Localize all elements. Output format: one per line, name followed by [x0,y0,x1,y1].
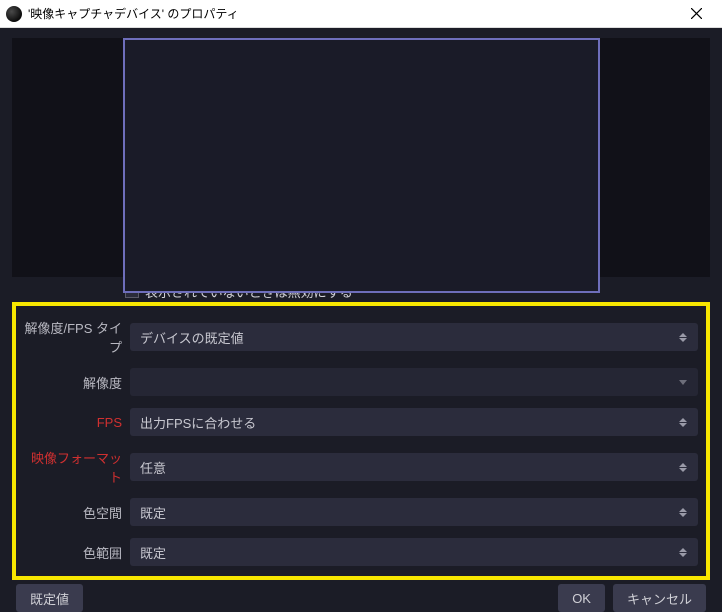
select-color-space[interactable]: 既定 [130,498,698,526]
dialog-button-bar: 既定値 OK キャンセル [12,582,710,612]
ok-button[interactable]: OK [558,584,605,612]
select-video-format[interactable]: 任意 [130,453,698,481]
window-title: '映像キャプチャデバイス' のプロパティ [28,5,676,22]
value-res-fps-type: デバイスの既定値 [138,328,676,347]
row-res-fps-type: 解像度/FPS タイプ デバイスの既定値 [24,318,698,356]
close-button[interactable] [676,1,716,27]
cancel-button[interactable]: キャンセル [613,584,706,612]
value-color-range: 既定 [138,543,676,562]
row-resolution: 解像度 [24,368,698,396]
value-video-format: 任意 [138,458,676,477]
value-fps: 出力FPSに合わせる [138,413,676,432]
spinner-icon [676,548,690,557]
titlebar: '映像キャプチャデバイス' のプロパティ [0,0,722,28]
select-resolution[interactable] [130,368,698,396]
row-video-format: 映像フォーマット 任意 [24,448,698,486]
dialog-content: 表示されていないときは無効にする 解像度/FPS タイプ デバイスの既定値 解像… [0,28,722,612]
defaults-button[interactable]: 既定値 [16,584,83,612]
chevron-down-icon [676,380,690,385]
select-res-fps-type[interactable]: デバイスの既定値 [130,323,698,351]
spinner-icon [676,418,690,427]
label-video-format: 映像フォーマット [24,448,130,486]
spinner-icon [676,333,690,342]
highlighted-settings-group: 解像度/FPS タイプ デバイスの既定値 解像度 FPS 出力FPSに合わせる … [12,302,710,580]
preview-area [12,38,710,277]
label-resolution: 解像度 [24,373,130,392]
row-color-range: 色範囲 既定 [24,538,698,566]
app-icon [6,6,22,22]
row-fps: FPS 出力FPSに合わせる [24,408,698,436]
label-color-range: 色範囲 [24,543,130,562]
close-icon [691,8,702,19]
select-fps[interactable]: 出力FPSに合わせる [130,408,698,436]
label-color-space: 色空間 [24,503,130,522]
spinner-icon [676,508,690,517]
row-color-space: 色空間 既定 [24,498,698,526]
preview-source-bounds[interactable] [123,38,600,293]
value-color-space: 既定 [138,503,676,522]
select-color-range[interactable]: 既定 [130,538,698,566]
label-res-fps-type: 解像度/FPS タイプ [24,318,130,356]
label-fps: FPS [24,415,130,430]
spinner-icon [676,463,690,472]
